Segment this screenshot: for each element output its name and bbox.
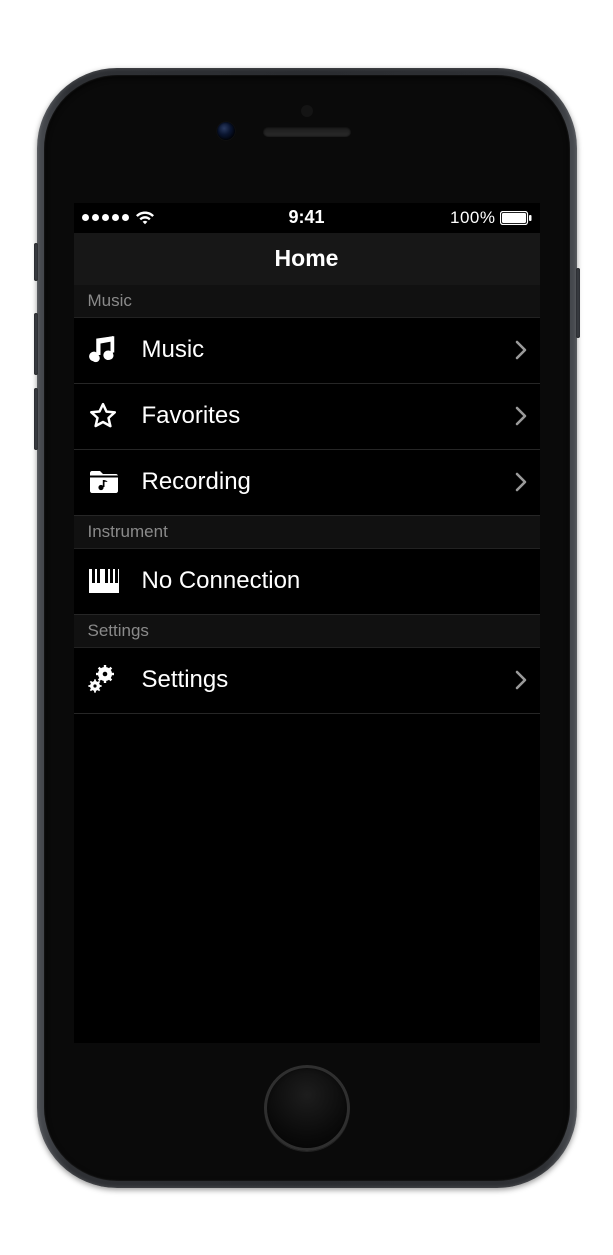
- phone-body: 9:41 100% Home: [44, 75, 570, 1181]
- gears-icon: [88, 665, 128, 695]
- battery-percent: 100%: [450, 208, 495, 228]
- section-header-settings: Settings: [74, 615, 540, 648]
- nav-bar: Home: [74, 233, 540, 286]
- earpiece-speaker: [263, 127, 351, 137]
- wifi-icon: [135, 211, 155, 225]
- page-title: Home: [275, 245, 339, 272]
- folder-music-icon: [88, 468, 128, 496]
- content-area[interactable]: Music Music Favori: [74, 285, 540, 1043]
- row-label: Settings: [128, 666, 514, 694]
- mute-switch: [34, 243, 38, 281]
- row-label: Recording: [128, 468, 514, 496]
- row-music[interactable]: Music: [74, 318, 540, 384]
- signal-dots-icon: [82, 214, 129, 221]
- music-note-icon: [88, 335, 128, 365]
- front-camera: [217, 122, 235, 140]
- piano-icon: [88, 567, 128, 595]
- stage: 9:41 100% Home: [0, 0, 613, 1255]
- row-label: Favorites: [128, 402, 514, 430]
- chevron-right-icon: [514, 340, 528, 360]
- chevron-right-icon: [514, 472, 528, 492]
- chevron-right-icon: [514, 670, 528, 690]
- phone-frame: 9:41 100% Home: [37, 68, 577, 1188]
- volume-up-button: [34, 313, 38, 375]
- home-button[interactable]: [264, 1065, 350, 1151]
- lock-button: [576, 268, 580, 338]
- screen: 9:41 100% Home: [74, 203, 540, 1043]
- section-header-instrument: Instrument: [74, 516, 540, 549]
- status-bar: 9:41 100%: [74, 203, 540, 233]
- row-recording[interactable]: Recording: [74, 450, 540, 516]
- row-favorites[interactable]: Favorites: [74, 384, 540, 450]
- section-header-music: Music: [74, 285, 540, 318]
- star-icon: [88, 401, 128, 431]
- status-left: [82, 211, 155, 225]
- proximity-sensor: [301, 105, 313, 117]
- chevron-right-icon: [514, 406, 528, 426]
- battery-indicator: 100%: [450, 208, 531, 228]
- status-right: 100%: [450, 208, 531, 228]
- row-instrument-connection[interactable]: No Connection: [74, 549, 540, 615]
- row-label: No Connection: [128, 567, 528, 595]
- row-label: Music: [128, 336, 514, 364]
- row-settings[interactable]: Settings: [74, 648, 540, 714]
- battery-icon: [500, 211, 532, 225]
- volume-down-button: [34, 388, 38, 450]
